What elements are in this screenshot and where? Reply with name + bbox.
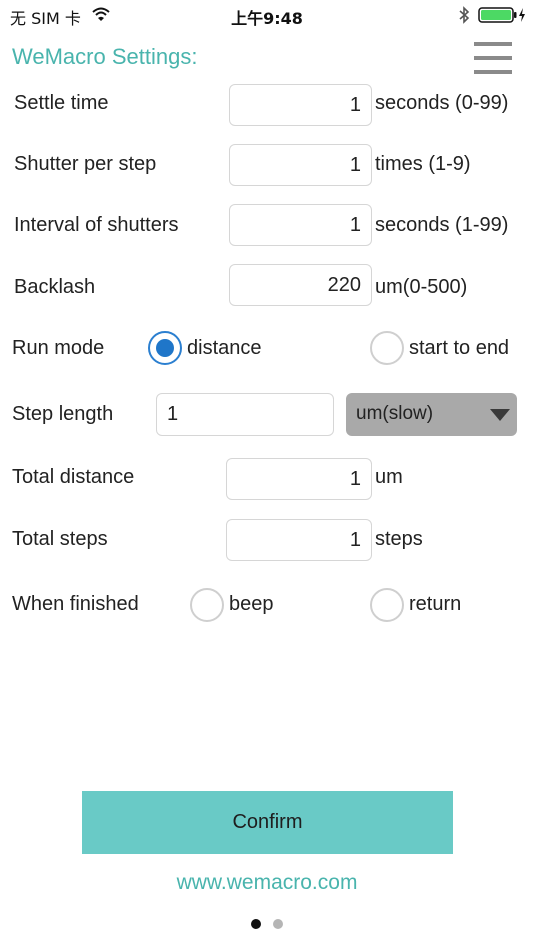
run-mode-start-to-end-label[interactable]: start to end xyxy=(409,337,509,360)
step-length-unit-value: um(slow) xyxy=(356,403,434,424)
interval-of-shutters-input[interactable] xyxy=(229,204,372,246)
charging-icon xyxy=(519,8,525,22)
backlash-label: Backlash xyxy=(14,276,96,298)
run-mode-distance-label[interactable]: distance xyxy=(187,337,262,360)
backlash-unit: um(0-500) xyxy=(375,276,468,298)
total-distance-label: Total distance xyxy=(12,466,135,488)
step-length-input[interactable] xyxy=(156,393,334,436)
chevron-down-icon xyxy=(490,409,510,421)
total-steps-label: Total steps xyxy=(12,528,108,550)
settle-time-label: Settle time xyxy=(14,92,109,114)
run-mode-distance-radio[interactable] xyxy=(148,331,182,365)
shutter-per-step-unit: times (1-9) xyxy=(375,153,471,175)
page-dot-inactive[interactable] xyxy=(273,919,283,929)
confirm-button[interactable]: Confirm xyxy=(82,791,453,854)
backlash-input[interactable] xyxy=(229,264,372,306)
run-mode-label: Run mode xyxy=(12,337,105,359)
shutter-per-step-label: Shutter per step xyxy=(14,153,157,175)
website-link[interactable]: www.wemacro.com xyxy=(0,871,534,895)
status-time: 上午9:48 xyxy=(231,9,303,28)
when-finished-label: When finished xyxy=(12,593,139,615)
page-dot-active[interactable] xyxy=(251,919,261,929)
when-finished-beep-radio[interactable] xyxy=(190,588,224,622)
hamburger-menu-icon[interactable] xyxy=(472,40,514,76)
status-bar: 无 SIM 卡 上午9:48 xyxy=(0,0,534,30)
total-distance-input[interactable] xyxy=(226,458,372,500)
run-mode-start-to-end-radio[interactable] xyxy=(370,331,404,365)
shutter-per-step-input[interactable] xyxy=(229,144,372,186)
interval-of-shutters-unit: seconds (1-99) xyxy=(375,214,509,236)
settle-time-input[interactable] xyxy=(229,84,372,126)
total-steps-input[interactable] xyxy=(226,519,372,561)
total-steps-unit: steps xyxy=(375,528,423,550)
total-distance-unit: um xyxy=(375,466,403,488)
step-length-label: Step length xyxy=(12,403,114,425)
settle-time-unit: seconds (0-99) xyxy=(375,92,509,114)
interval-of-shutters-label: Interval of shutters xyxy=(14,214,179,236)
bluetooth-icon xyxy=(459,6,470,24)
step-length-unit-select[interactable]: um(slow) xyxy=(346,393,517,436)
battery-icon xyxy=(478,7,525,23)
app-title: WeMacro Settings: xyxy=(12,44,198,69)
when-finished-beep-label[interactable]: beep xyxy=(229,593,274,616)
when-finished-return-radio[interactable] xyxy=(370,588,404,622)
when-finished-return-label[interactable]: return xyxy=(409,593,461,616)
